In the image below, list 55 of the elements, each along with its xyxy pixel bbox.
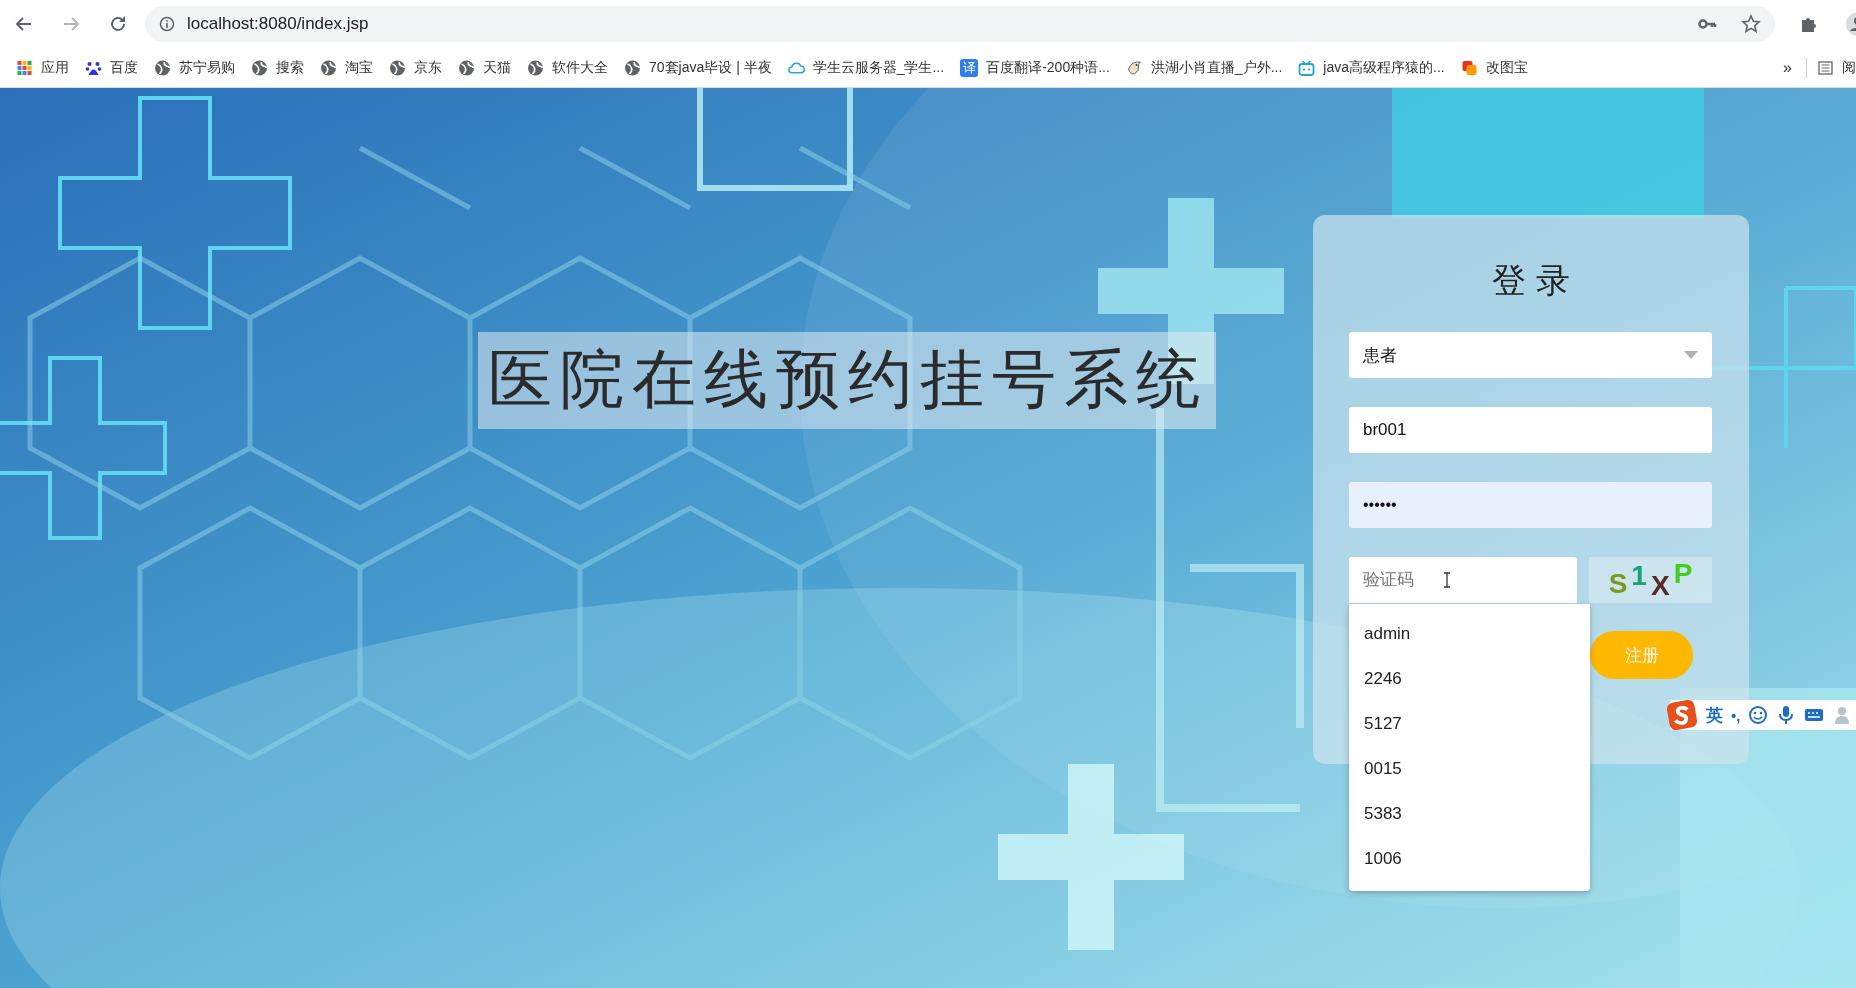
suggestion-item[interactable]: 5383 (1349, 791, 1590, 836)
password-field[interactable]: •••••• (1349, 482, 1712, 528)
suggestion-item[interactable]: 0015 (1349, 746, 1590, 791)
url-text: localhost:8080/index.jsp (187, 14, 370, 34)
bookmark[interactable]: 天猫 (458, 58, 511, 77)
ime-punctuation[interactable]: •, (1731, 706, 1741, 724)
caret-icon (1684, 351, 1698, 359)
suggestion-item[interactable]: 2246 (1349, 656, 1590, 701)
bookmark[interactable]: 淘宝 (320, 58, 373, 77)
suggestion-item[interactable]: admin (1349, 611, 1590, 656)
captcha-field[interactable]: 验证码 (1349, 557, 1577, 603)
suggestion-item[interactable]: 5127 (1349, 701, 1590, 746)
cloud-icon (787, 59, 805, 76)
globe-icon (389, 59, 406, 76)
star-icon[interactable] (1741, 14, 1761, 34)
bookmark[interactable]: 70套java毕设 | 半夜 (624, 58, 772, 77)
globe-icon (154, 59, 171, 76)
reload-icon[interactable] (108, 14, 128, 34)
ime-mode[interactable]: 英 (1706, 703, 1723, 727)
bookmark[interactable]: 改图宝 (1460, 58, 1528, 77)
info-icon[interactable] (159, 16, 175, 32)
input-method-logo-icon[interactable] (1666, 699, 1698, 731)
reading-list[interactable]: 阅 (1817, 58, 1856, 77)
globe-icon (251, 59, 268, 76)
bookmark[interactable]: 学生云服务器_学生... (787, 58, 945, 77)
translate-badge-icon: 译 (960, 58, 979, 77)
smiley-icon[interactable] (1748, 705, 1769, 725)
captcha-image[interactable]: S1XP (1589, 557, 1712, 603)
bookmark[interactable]: 搜索 (251, 58, 304, 77)
bookmark[interactable]: 洪湖小肖直播_户外... (1125, 58, 1283, 77)
text-cursor-icon (1443, 572, 1451, 588)
suggestion-item[interactable]: 1006 (1349, 836, 1590, 881)
bookmark[interactable]: 京东 (389, 58, 442, 77)
system-title: 医院在线预约挂号系统 (478, 332, 1216, 429)
bookmark[interactable]: 苏宁易购 (154, 58, 235, 77)
bookmark[interactable]: 应用 (16, 58, 69, 77)
login-heading: 登 录 (1491, 259, 1571, 302)
bookmarks-overflow[interactable]: » (1783, 58, 1792, 77)
tv-icon (1298, 59, 1316, 76)
squares-icon (1460, 59, 1478, 76)
bookmark[interactable]: 百度 (85, 58, 138, 77)
username-field[interactable]: br001 (1349, 407, 1712, 453)
apps-grid-icon (16, 59, 33, 76)
bookmark[interactable]: 译 百度翻译-200种语... (960, 58, 1110, 77)
bookmark[interactable]: 软件大全 (527, 58, 608, 77)
paw-icon (85, 59, 102, 76)
address-bar[interactable]: localhost:8080/index.jsp (145, 6, 1775, 42)
reading-list-icon (1817, 59, 1834, 76)
globe-icon (624, 59, 641, 76)
bookmark[interactable]: java高级程序猿的... (1298, 58, 1445, 77)
bird-icon (1125, 59, 1143, 76)
globe-icon (458, 59, 475, 76)
role-select[interactable]: 患者 (1349, 332, 1712, 378)
globe-icon (320, 59, 337, 76)
globe-icon (527, 59, 544, 76)
